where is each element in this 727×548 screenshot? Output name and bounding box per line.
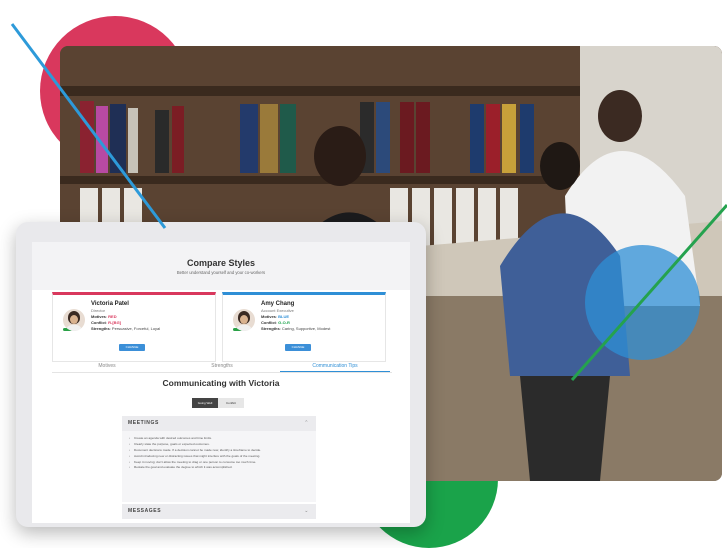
green-diagonal-line xyxy=(570,204,727,381)
blue-diagonal-line xyxy=(10,23,167,229)
decorative-lines xyxy=(10,23,727,381)
